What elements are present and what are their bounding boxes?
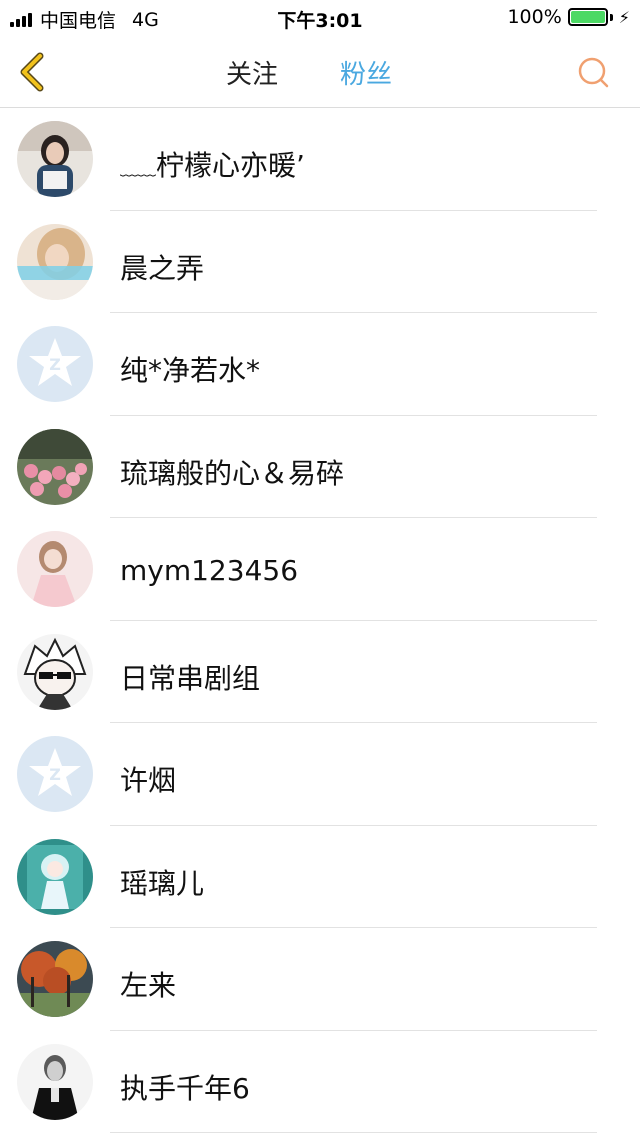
- list-item[interactable]: 晨之弄: [0, 211, 640, 313]
- list-item[interactable]: Z 纯*净若水*: [0, 313, 640, 416]
- chevron-left-icon: [20, 52, 44, 92]
- divider: [110, 1132, 597, 1133]
- fan-name-text: 柠檬心亦暖’: [156, 149, 305, 182]
- tab-follow[interactable]: 关注: [226, 54, 278, 91]
- fan-name-prefix: ﹏﹏: [120, 159, 156, 180]
- fan-name: 左来: [120, 969, 177, 1002]
- fan-name: 执手千年6: [120, 1071, 250, 1105]
- svg-text:Z: Z: [49, 765, 61, 784]
- status-right: 100% ⚡: [507, 6, 630, 28]
- avatar: [17, 838, 93, 915]
- fan-name: 琉璃般的心＆易碎: [120, 456, 345, 490]
- avatar: [17, 941, 93, 1017]
- avatar: [17, 531, 93, 607]
- charging-icon: ⚡: [618, 7, 630, 27]
- fan-name: ﹏﹏柠檬心亦暖’: [120, 144, 305, 184]
- battery-percent: 100%: [507, 6, 562, 28]
- list-item[interactable]: Z 许烟: [0, 723, 640, 826]
- fans-list: ﹏﹏柠檬心亦暖’ 晨之弄 Z 纯*净若水* 琉璃般的心＆易碎 mym123456…: [0, 108, 640, 1133]
- fan-name: 纯*净若水*: [120, 354, 261, 387]
- fan-name: mym123456: [120, 554, 299, 587]
- list-item[interactable]: 执手千年6: [0, 1031, 640, 1133]
- status-bar: 中国电信 4G 下午3:01 100% ⚡: [0, 0, 640, 36]
- fan-name: 晨之弄: [120, 251, 205, 285]
- svg-text:Z: Z: [49, 355, 61, 374]
- avatar: [17, 223, 93, 300]
- avatar: [17, 121, 93, 197]
- avatar: [17, 1043, 93, 1120]
- list-item[interactable]: 琉璃般的心＆易碎: [0, 416, 640, 518]
- list-item[interactable]: 日常串剧组: [0, 621, 640, 723]
- avatar: Z: [17, 326, 93, 402]
- nav-bar: 关注 粉丝: [0, 36, 640, 108]
- search-button[interactable]: [576, 56, 610, 90]
- avatar: [17, 633, 93, 710]
- battery-icon: [567, 8, 608, 26]
- list-item[interactable]: 左来: [0, 928, 640, 1031]
- list-item[interactable]: mym123456: [0, 518, 640, 621]
- avatar: Z: [17, 736, 93, 812]
- search-icon: [578, 57, 609, 88]
- fan-name: 瑶璃儿: [120, 866, 205, 900]
- battery-tip: [609, 13, 613, 21]
- back-button[interactable]: [14, 50, 54, 94]
- list-item[interactable]: 瑶璃儿: [0, 826, 640, 928]
- tab-fans[interactable]: 粉丝: [340, 54, 392, 91]
- avatar: [17, 428, 93, 505]
- fan-name: 许烟: [120, 764, 177, 797]
- list-item[interactable]: ﹏﹏柠檬心亦暖’: [0, 108, 640, 211]
- fan-name: 日常串剧组: [120, 661, 261, 695]
